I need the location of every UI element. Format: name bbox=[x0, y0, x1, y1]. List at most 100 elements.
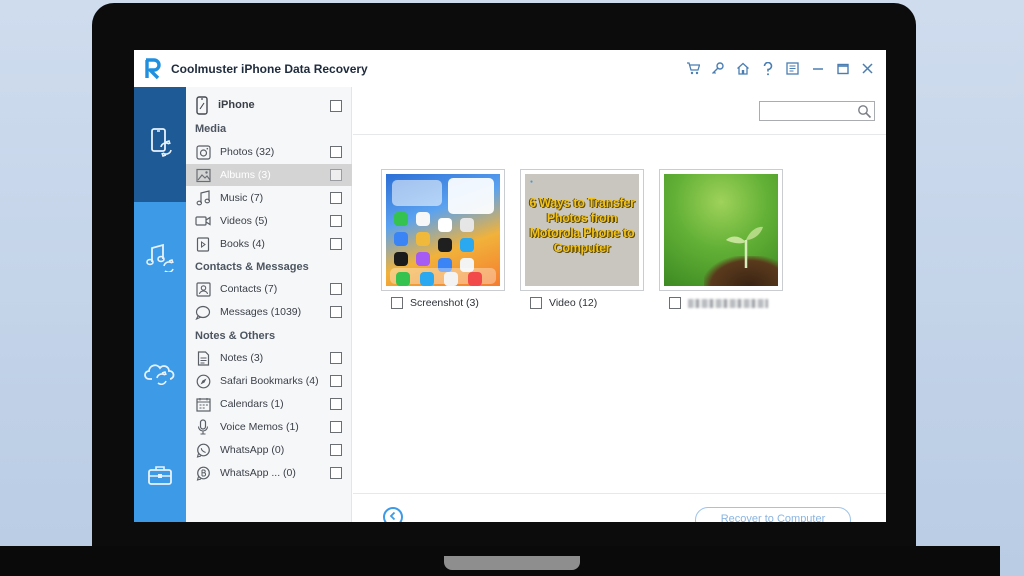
section-contacts-messages-header: Contacts & Messages bbox=[195, 261, 309, 273]
search-input[interactable] bbox=[759, 101, 875, 121]
brand-logo: ● bbox=[530, 179, 534, 185]
device-row[interactable]: iPhone bbox=[186, 94, 352, 118]
album-checkbox[interactable] bbox=[669, 297, 681, 309]
help-icon[interactable] bbox=[755, 58, 780, 80]
album-thumbnail[interactable] bbox=[381, 169, 505, 291]
album-video[interactable]: ● 6 Ways to Transfer Photos from Motorol… bbox=[520, 169, 644, 311]
category-music[interactable]: Music (7) bbox=[186, 187, 352, 209]
app-logo-icon bbox=[143, 57, 163, 81]
category-whatsapp[interactable]: WhatsApp (0) bbox=[186, 439, 352, 461]
category-checkbox[interactable] bbox=[330, 306, 342, 318]
category-notes[interactable]: Notes (3) bbox=[186, 347, 352, 369]
rail-recover-from-device[interactable] bbox=[134, 87, 186, 202]
compass-icon bbox=[194, 372, 212, 390]
whatsapp-icon bbox=[194, 441, 212, 459]
category-checkbox[interactable] bbox=[330, 352, 342, 364]
app-title: Coolmuster iPhone Data Recovery bbox=[171, 61, 368, 76]
album-checkbox[interactable] bbox=[530, 297, 542, 309]
category-label: Books (4) bbox=[220, 238, 265, 250]
category-label: WhatsApp ... (0) bbox=[220, 467, 296, 479]
feedback-icon[interactable] bbox=[780, 58, 805, 80]
phone-home-screen-image bbox=[386, 174, 500, 286]
phone-sync-icon bbox=[147, 127, 173, 162]
category-safari-bookmarks[interactable]: Safari Bookmarks (4) bbox=[186, 370, 352, 392]
music-sync-icon bbox=[145, 242, 175, 277]
iphone-icon bbox=[196, 96, 208, 120]
category-videos[interactable]: Videos (5) bbox=[186, 210, 352, 232]
home-icon[interactable] bbox=[730, 58, 755, 80]
video-title-card-image: ● 6 Ways to Transfer Photos from Motorol… bbox=[525, 174, 639, 286]
category-label: WhatsApp (0) bbox=[220, 444, 285, 456]
search-icon[interactable] bbox=[857, 104, 872, 119]
device-label: iPhone bbox=[218, 99, 255, 111]
category-label: Messages (1039) bbox=[220, 306, 302, 318]
category-label: Contacts (7) bbox=[220, 283, 278, 295]
key-icon[interactable] bbox=[705, 58, 730, 80]
category-panel: iPhone Media Photos (32) Albums (3) Musi… bbox=[186, 87, 352, 522]
album-screenshot[interactable]: Screenshot (3) bbox=[381, 169, 505, 311]
category-checkbox[interactable] bbox=[330, 375, 342, 387]
calendar-icon bbox=[194, 395, 212, 413]
category-whatsapp-business[interactable]: WhatsApp ... (0) bbox=[186, 462, 352, 484]
recover-to-computer-button[interactable]: Recover to Computer bbox=[695, 507, 851, 522]
category-calendars[interactable]: Calendars (1) bbox=[186, 393, 352, 415]
category-label: Music (7) bbox=[220, 192, 264, 204]
device-checkbox[interactable] bbox=[330, 100, 342, 112]
category-messages[interactable]: Messages (1039) bbox=[186, 301, 352, 323]
category-checkbox[interactable] bbox=[330, 283, 342, 295]
rail-toolkit[interactable] bbox=[134, 432, 186, 522]
toolbox-icon bbox=[147, 464, 173, 491]
album-checkbox[interactable] bbox=[391, 297, 403, 309]
category-checkbox[interactable] bbox=[330, 169, 342, 181]
category-checkbox[interactable] bbox=[330, 398, 342, 410]
rail-recover-from-icloud[interactable] bbox=[134, 317, 186, 432]
rail-recover-from-itunes-backup[interactable] bbox=[134, 202, 186, 317]
minimize-icon[interactable] bbox=[805, 58, 830, 80]
category-contacts[interactable]: Contacts (7) bbox=[186, 278, 352, 300]
category-label: Albums (3) bbox=[220, 169, 271, 181]
message-bubble-icon bbox=[194, 303, 212, 321]
category-label: Notes (3) bbox=[220, 352, 264, 364]
book-icon bbox=[194, 235, 212, 253]
category-voice-memos[interactable]: Voice Memos (1) bbox=[186, 416, 352, 438]
content-area: Screenshot (3) ● 6 Ways to Transfer Phot… bbox=[353, 87, 886, 522]
cloud-sync-icon bbox=[144, 359, 176, 390]
album-caption: Video (12) bbox=[520, 295, 644, 311]
category-photos[interactable]: Photos (32) bbox=[186, 141, 352, 163]
album-label-blurred bbox=[688, 298, 768, 308]
cart-icon[interactable] bbox=[680, 58, 705, 80]
titlebar-controls bbox=[680, 50, 880, 87]
category-label: Safari Bookmarks (4) bbox=[220, 375, 319, 387]
category-label: Videos (5) bbox=[220, 215, 268, 227]
microphone-icon bbox=[194, 418, 212, 436]
category-checkbox[interactable] bbox=[330, 146, 342, 158]
album-blurred[interactable] bbox=[659, 169, 783, 311]
music-note-icon bbox=[194, 189, 212, 207]
back-button[interactable] bbox=[383, 507, 403, 522]
whatsapp-business-icon bbox=[194, 464, 212, 482]
category-checkbox[interactable] bbox=[330, 421, 342, 433]
category-label: Voice Memos (1) bbox=[220, 421, 299, 433]
title-bar: Coolmuster iPhone Data Recovery bbox=[134, 50, 886, 87]
note-icon bbox=[194, 349, 212, 367]
album-label: Screenshot (3) bbox=[410, 297, 479, 309]
mode-rail bbox=[134, 87, 186, 522]
category-checkbox[interactable] bbox=[330, 238, 342, 250]
album-caption bbox=[659, 295, 783, 311]
album-thumbnail[interactable] bbox=[659, 169, 783, 291]
category-albums[interactable]: Albums (3) bbox=[186, 164, 352, 186]
album-thumbnail[interactable]: ● 6 Ways to Transfer Photos from Motorol… bbox=[520, 169, 644, 291]
album-label: Video (12) bbox=[549, 297, 598, 309]
category-checkbox[interactable] bbox=[330, 192, 342, 204]
maximize-icon[interactable] bbox=[830, 58, 855, 80]
category-checkbox[interactable] bbox=[330, 467, 342, 479]
video-camera-icon bbox=[194, 212, 212, 230]
search-bar bbox=[353, 87, 886, 135]
category-label: Calendars (1) bbox=[220, 398, 284, 410]
video-thumbnail-text: 6 Ways to Transfer Photos from Motorola … bbox=[529, 196, 635, 255]
close-icon[interactable] bbox=[855, 58, 880, 80]
category-checkbox[interactable] bbox=[330, 444, 342, 456]
category-checkbox[interactable] bbox=[330, 215, 342, 227]
chevron-left-icon bbox=[388, 508, 398, 522]
category-books[interactable]: Books (4) bbox=[186, 233, 352, 255]
